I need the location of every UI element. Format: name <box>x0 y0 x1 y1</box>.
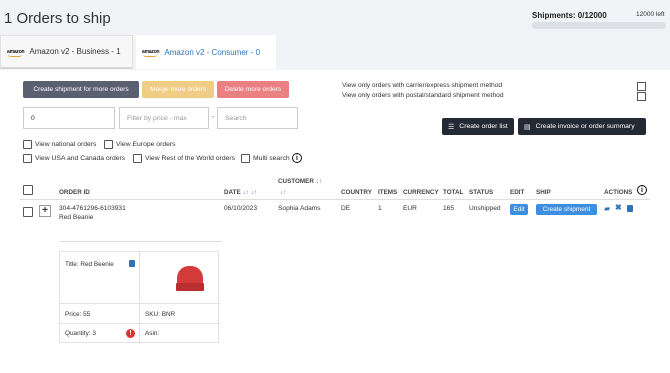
th-ship: SHIP <box>536 189 551 196</box>
tab-label: Amazon v2 - Consumer - 0 <box>164 47 261 57</box>
row-checkbox[interactable] <box>23 207 33 217</box>
list-icon: ☰ <box>448 123 455 131</box>
th-country: COUNTRY <box>341 189 372 196</box>
edit-button[interactable]: Edit <box>510 204 528 215</box>
product-sku: SKU: BNR <box>145 311 176 318</box>
sort-icon[interactable]: ↓↑ <box>316 178 322 185</box>
price-filter-input[interactable]: Filter by price - max <box>119 107 209 129</box>
product-image <box>174 261 206 295</box>
close-icon[interactable]: ✖ <box>615 203 622 212</box>
product-asin: Asin: <box>145 330 160 337</box>
items-count: 1 <box>378 205 382 212</box>
th-actions: ACTIONS <box>604 189 633 196</box>
document-icon: ▤ <box>524 123 531 131</box>
note-icon[interactable] <box>627 205 633 212</box>
create-shipment-button[interactable]: Create shipment <box>536 204 597 215</box>
create-order-list-label: Create order list <box>459 123 508 130</box>
usa-canada-label: View USA and Canada orders <box>35 155 126 162</box>
actions-info-icon[interactable]: i <box>637 185 647 195</box>
search-input[interactable]: Search <box>217 107 298 129</box>
create-shipment-more-button[interactable]: Create shipment for more orders <box>23 81 139 98</box>
tab-label: Amazon v2 - Business - 1 <box>29 47 121 56</box>
sort-icon[interactable]: ↓↑ <box>280 189 286 196</box>
view-carrier-label: View only orders with carrier/express sh… <box>342 82 503 89</box>
create-invoice-button[interactable]: ▤ Create invoice or order summary <box>518 118 646 135</box>
status: Unshipped <box>469 205 501 212</box>
th-items: ITEMS <box>378 189 398 196</box>
th-currency: CURRENCY <box>403 189 439 196</box>
customer-name: Sophia Adams <box>278 205 321 212</box>
product-name: Red Beanie <box>59 214 94 221</box>
postal-filter-checkbox[interactable] <box>637 92 646 101</box>
country: DE <box>341 205 351 212</box>
marketplace-tabs: amazon Amazon v2 - Business - 1 amazon A… <box>0 35 670 69</box>
view-postal-label: View only orders with postal/standard sh… <box>342 92 504 99</box>
card-hdivider <box>60 303 220 304</box>
product-price: Price: 55 <box>65 311 91 318</box>
create-invoice-label: Create invoice or order summary <box>535 123 635 130</box>
create-order-list-button[interactable]: ☰ Create order list <box>442 118 514 135</box>
amazon-logo: amazon <box>142 49 160 57</box>
shipments-progress-bar <box>532 22 666 29</box>
th-date[interactable]: DATE ↓↑ ↓↑ <box>224 189 257 196</box>
order-id: 304-4761296-6103931 <box>59 205 126 212</box>
info-icon[interactable]: i <box>292 153 302 163</box>
th-total: TOTAL <box>443 189 464 196</box>
th-customer-label: CUSTOMER <box>278 178 314 185</box>
currency: EUR <box>403 205 417 212</box>
carrier-filter-checkbox[interactable] <box>637 82 646 91</box>
total: 165 <box>443 205 455 212</box>
amazon-logo: amazon <box>7 48 25 57</box>
edit-note-icon[interactable] <box>129 260 135 267</box>
alert-icon: ! <box>126 329 135 338</box>
product-card: Title: Red Beenie Price: 55 SKU: BNR Qua… <box>59 251 220 344</box>
expand-row-button[interactable]: + <box>39 205 51 217</box>
tab-amazon-business[interactable]: amazon Amazon v2 - Business - 1 <box>0 35 133 69</box>
national-orders-checkbox[interactable] <box>23 140 32 149</box>
order-date: 06/10/2023 <box>224 205 258 212</box>
delete-orders-button[interactable]: Delete more orders <box>217 81 289 98</box>
merge-orders-button[interactable]: Merge more orders <box>142 81 214 98</box>
folder-icon[interactable]: ▰ <box>604 204 610 213</box>
th-customer[interactable]: CUSTOMER ↓↑ <box>278 178 322 185</box>
multi-search-checkbox[interactable] <box>241 154 250 163</box>
shipments-count: Shipments: 0/12000 <box>532 11 607 20</box>
sort-icon[interactable]: ↓↑ ↓↑ <box>242 189 256 196</box>
usa-canada-checkbox[interactable] <box>23 154 32 163</box>
product-quantity: Quantity: 3 <box>65 330 96 337</box>
rest-world-checkbox[interactable] <box>133 154 142 163</box>
range-dash: - <box>212 114 215 121</box>
card-vdivider <box>139 252 140 344</box>
th-order-id: ORDER ID <box>59 189 90 196</box>
select-all-checkbox[interactable] <box>23 185 33 195</box>
th-date-label: DATE <box>224 189 241 196</box>
page-title: 1 Orders to ship <box>4 10 111 27</box>
row-divider <box>59 241 222 242</box>
th-edit: EDIT <box>510 189 525 196</box>
header-divider <box>20 199 650 200</box>
card-hdivider <box>60 323 220 324</box>
national-orders-label: View national orders <box>35 141 97 148</box>
th-status: STATUS <box>469 189 494 196</box>
europe-orders-checkbox[interactable] <box>104 140 113 149</box>
europe-orders-label: View Europe orders <box>116 141 176 148</box>
tab-amazon-consumer[interactable]: amazon Amazon v2 - Consumer - 0 <box>136 35 276 69</box>
product-title: Title: Red Beenie <box>65 261 114 268</box>
shipments-left: 12000 left <box>636 11 665 18</box>
order-count-input[interactable]: 0 <box>23 107 115 129</box>
multi-search-label: Multi search <box>253 155 290 162</box>
rest-world-label: View Rest of the World orders <box>145 155 236 162</box>
